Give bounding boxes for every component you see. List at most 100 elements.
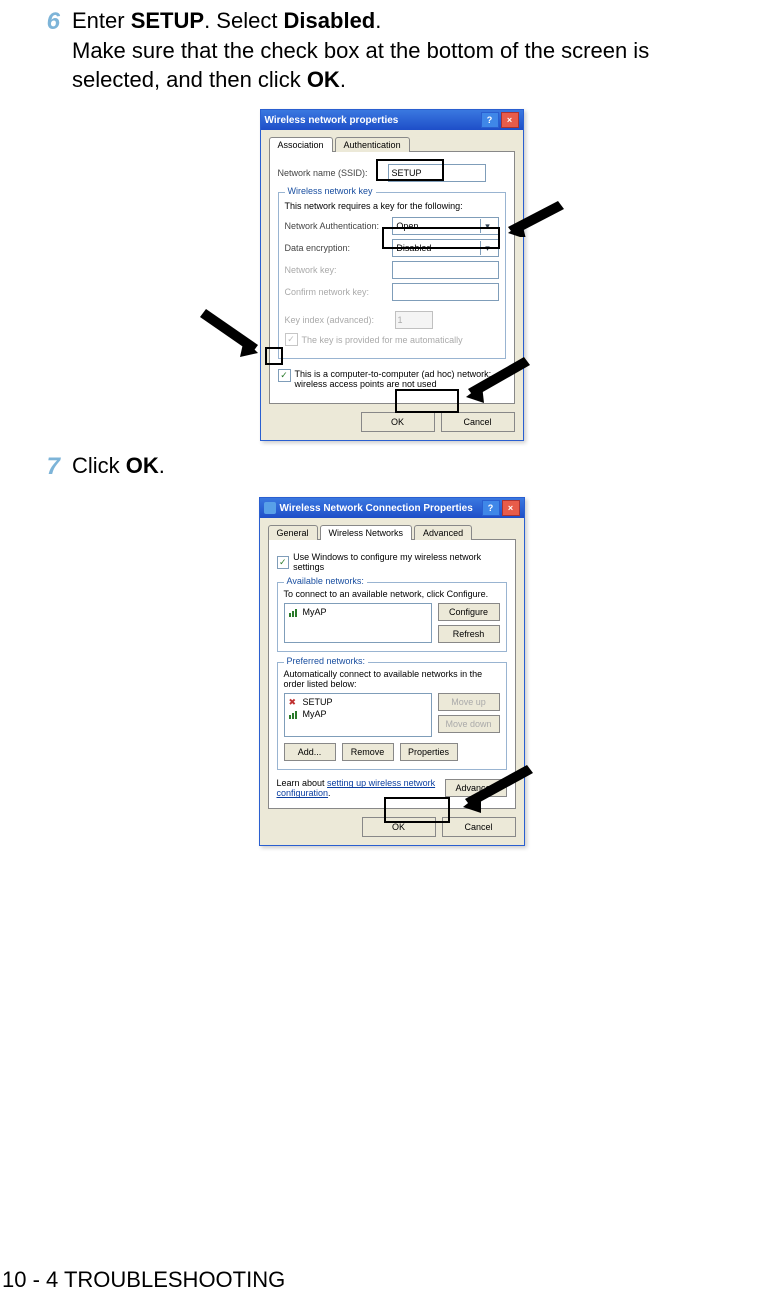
keyidx-spinner[interactable]: 1: [395, 311, 433, 329]
learn-b: .: [328, 788, 331, 798]
tab-association[interactable]: Association: [269, 137, 333, 152]
use-windows-label: Use Windows to configure my wireless net…: [293, 552, 506, 572]
step6-line2b: .: [340, 67, 346, 92]
titlebar: Wireless network properties ? ×: [261, 110, 523, 130]
available-list[interactable]: MyAP: [284, 603, 432, 643]
figure-1: Wireless network properties ? × Associat…: [260, 109, 522, 441]
refresh-button[interactable]: Refresh: [438, 625, 500, 643]
remove-button[interactable]: Remove: [342, 743, 394, 761]
dialog-title: Wireless network properties: [265, 115, 399, 126]
netkey-label: Network key:: [285, 265, 393, 275]
step6-bold-a: SETUP: [131, 8, 204, 33]
page-footer: 10 - 4 TROUBLESHOOTING: [2, 1267, 285, 1293]
learn-text: Learn about setting up wireless network …: [277, 778, 437, 798]
list-item[interactable]: ✖ SETUP: [287, 696, 429, 708]
help-button[interactable]: ?: [482, 500, 500, 516]
encryption-select[interactable]: Disabled ▾: [392, 239, 498, 257]
step7-bold-a: OK: [126, 453, 159, 478]
move-up-button[interactable]: Move up: [438, 693, 500, 711]
arrow-icon: [460, 357, 530, 405]
move-down-button[interactable]: Move down: [438, 715, 500, 733]
group-available: Available networks: To connect to an ava…: [277, 582, 507, 652]
use-windows-checkbox[interactable]: ✓: [277, 556, 290, 569]
close-button[interactable]: ×: [501, 112, 519, 128]
ap-name: MyAP: [303, 607, 327, 617]
autokey-label: The key is provided for me automatically: [302, 335, 463, 345]
chevron-down-icon: ▾: [480, 241, 495, 255]
preferred-legend: Preferred networks:: [284, 656, 369, 666]
pref-name: MyAP: [303, 709, 327, 719]
add-button[interactable]: Add...: [284, 743, 336, 761]
autokey-checkbox[interactable]: ✓: [285, 333, 298, 346]
confirm-label: Confirm network key:: [285, 287, 393, 297]
step7-text-a: Click: [72, 453, 126, 478]
button-row: OK Cancel: [268, 817, 516, 837]
auth-label: Network Authentication:: [285, 221, 393, 231]
step6-bold-b: Disabled: [284, 8, 376, 33]
arrow-icon: [504, 201, 564, 237]
preferred-action-buttons: Add... Remove Properties: [284, 743, 500, 761]
enc-label: Data encryption:: [285, 243, 393, 253]
row-auth: Network Authentication: Open ▾: [285, 217, 499, 235]
ssid-value: SETUP: [392, 168, 422, 178]
step6-text-c: .: [375, 8, 381, 33]
page: 6 Enter SETUP. Select Disabled. Make sur…: [0, 6, 769, 1311]
preferred-list[interactable]: ✖ SETUP MyAP: [284, 693, 432, 737]
available-legend: Available networks:: [284, 576, 367, 586]
available-row: MyAP Configure Refresh: [284, 603, 500, 643]
netkey-input[interactable]: [392, 261, 498, 279]
pref-name: SETUP: [303, 697, 333, 707]
preferred-desc: Automatically connect to available netwo…: [284, 669, 500, 689]
preferred-row: ✖ SETUP MyAP Move up Move down: [284, 693, 500, 737]
ok-button[interactable]: OK: [362, 817, 436, 837]
group-wireless-key: Wireless network key This network requir…: [278, 192, 506, 359]
ssid-input[interactable]: SETUP: [388, 164, 486, 182]
button-row: OK Cancel: [269, 412, 515, 432]
step-6: 6 Enter SETUP. Select Disabled. Make sur…: [30, 6, 739, 95]
arrow-icon: [455, 765, 533, 815]
dialog-title: Wireless Network Connection Properties: [280, 503, 473, 514]
tab-general[interactable]: General: [268, 525, 318, 540]
confirm-input[interactable]: [392, 283, 498, 301]
available-buttons: Configure Refresh: [438, 603, 500, 643]
tab-authentication[interactable]: Authentication: [335, 137, 410, 152]
figure-2: Wireless Network Connection Properties ?…: [259, 497, 523, 846]
auth-value: Open: [396, 221, 418, 231]
key-desc: This network requires a key for the foll…: [285, 201, 499, 211]
step-7-number: 7: [30, 451, 60, 483]
enc-value: Disabled: [396, 243, 431, 253]
step-7: 7 Click OK.: [30, 451, 739, 483]
configure-button[interactable]: Configure: [438, 603, 500, 621]
cancel-button[interactable]: Cancel: [441, 412, 515, 432]
tabs: Association Authentication: [269, 137, 515, 152]
row-netkey: Network key:: [285, 261, 499, 279]
keyidx-label: Key index (advanced):: [285, 315, 395, 325]
auth-select[interactable]: Open ▾: [392, 217, 498, 235]
group-preferred: Preferred networks: Automatically connec…: [277, 662, 507, 770]
arrow-icon: [200, 309, 270, 359]
list-item[interactable]: MyAP: [287, 606, 429, 618]
close-button[interactable]: ×: [502, 500, 520, 516]
signal-icon: [289, 607, 299, 617]
row-keyidx: Key index (advanced): 1: [285, 311, 499, 329]
available-desc: To connect to an available network, clic…: [284, 589, 500, 599]
step6-bold-c: OK: [307, 67, 340, 92]
step-6-number: 6: [30, 6, 60, 95]
step6-text-b: . Select: [204, 8, 283, 33]
step6-line2a: Make sure that the check box at the bott…: [72, 38, 649, 93]
list-item[interactable]: MyAP: [287, 708, 429, 720]
signal-icon: [289, 709, 299, 719]
adhoc-checkbox[interactable]: ✓: [278, 369, 291, 382]
tab-advanced[interactable]: Advanced: [414, 525, 472, 540]
group-legend: Wireless network key: [285, 186, 376, 196]
properties-button[interactable]: Properties: [400, 743, 458, 761]
adhoc-icon: ✖: [289, 697, 299, 707]
help-button[interactable]: ?: [481, 112, 499, 128]
chevron-down-icon: ▾: [480, 219, 495, 233]
ok-button[interactable]: OK: [361, 412, 435, 432]
row-ssid: Network name (SSID): SETUP: [278, 164, 506, 182]
tab-wireless-networks[interactable]: Wireless Networks: [320, 525, 413, 540]
step-7-body: Click OK.: [72, 451, 165, 483]
ssid-label: Network name (SSID):: [278, 168, 388, 178]
cancel-button[interactable]: Cancel: [442, 817, 516, 837]
